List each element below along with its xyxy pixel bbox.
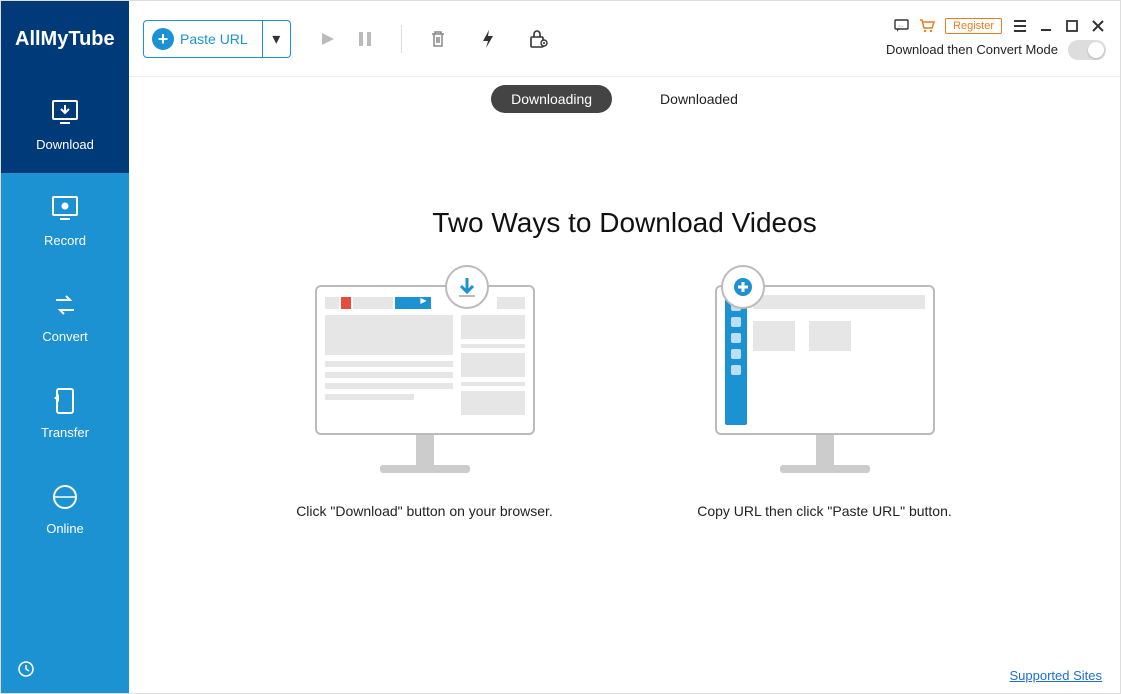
privacy-button[interactable] bbox=[524, 25, 552, 53]
card-paste-url: Copy URL then click "Paste URL" button. bbox=[680, 285, 970, 522]
svg-text:…: … bbox=[898, 23, 904, 29]
download-badge-icon bbox=[445, 265, 489, 309]
register-button[interactable]: Register bbox=[945, 18, 1002, 34]
content: Two Ways to Download Videos bbox=[129, 117, 1120, 693]
plus-icon: + bbox=[152, 28, 174, 50]
close-button[interactable] bbox=[1090, 18, 1106, 34]
minimize-button[interactable] bbox=[1038, 18, 1054, 34]
pause-button[interactable] bbox=[351, 25, 379, 53]
plus-badge-icon bbox=[721, 265, 765, 309]
record-icon bbox=[47, 195, 83, 223]
sidebar: AllMyTube Download Record Convert bbox=[1, 1, 129, 693]
sidebar-item-label: Record bbox=[44, 233, 86, 248]
mode-label: Download then Convert Mode bbox=[886, 42, 1058, 57]
toolbar-left: + Paste URL ▾ bbox=[143, 20, 552, 58]
mode-row: Download then Convert Mode bbox=[886, 40, 1106, 60]
sidebar-item-label: Download bbox=[36, 137, 94, 152]
sidebar-item-download[interactable]: Download bbox=[1, 77, 129, 173]
play-button[interactable] bbox=[313, 25, 341, 53]
tab-downloaded[interactable]: Downloaded bbox=[640, 85, 758, 113]
sidebar-nav: Download Record Convert Transfer bbox=[1, 77, 129, 649]
online-icon bbox=[47, 483, 83, 511]
transfer-icon bbox=[47, 387, 83, 415]
supported-sites-link[interactable]: Supported Sites bbox=[1009, 668, 1102, 683]
chevron-down-icon: ▾ bbox=[272, 29, 280, 49]
headline: Two Ways to Download Videos bbox=[432, 207, 816, 239]
cart-icon[interactable] bbox=[919, 18, 935, 34]
paste-url-button[interactable]: + Paste URL bbox=[143, 20, 263, 58]
card-caption: Copy URL then click "Paste URL" button. bbox=[697, 501, 952, 522]
cards: Click "Download" button on your browser. bbox=[280, 285, 970, 522]
turbo-button[interactable] bbox=[474, 25, 502, 53]
monitor-illustration bbox=[715, 285, 935, 473]
card-caption: Click "Download" button on your browser. bbox=[296, 501, 553, 522]
sidebar-footer bbox=[1, 649, 129, 693]
maximize-button[interactable] bbox=[1064, 18, 1080, 34]
card-browser-download: Click "Download" button on your browser. bbox=[280, 285, 570, 522]
convert-icon bbox=[47, 291, 83, 319]
sidebar-item-record[interactable]: Record bbox=[1, 173, 129, 269]
trash-button[interactable] bbox=[424, 25, 452, 53]
sidebar-item-label: Online bbox=[46, 521, 84, 536]
toolbar-separator bbox=[401, 25, 402, 53]
app-logo: AllMyTube bbox=[1, 1, 129, 77]
mode-toggle[interactable] bbox=[1068, 40, 1106, 60]
sidebar-item-label: Convert bbox=[42, 329, 88, 344]
paste-url-label: Paste URL bbox=[180, 31, 248, 47]
feedback-icon[interactable]: … bbox=[893, 18, 909, 34]
topbar: + Paste URL ▾ bbox=[129, 1, 1120, 77]
sidebar-item-convert[interactable]: Convert bbox=[1, 269, 129, 365]
paste-url-dropdown[interactable]: ▾ bbox=[263, 20, 291, 58]
tabs-row: Downloading Downloaded bbox=[129, 77, 1120, 117]
clock-icon[interactable] bbox=[17, 660, 35, 683]
monitor-illustration bbox=[315, 285, 535, 473]
paste-url-group: + Paste URL ▾ bbox=[143, 20, 291, 58]
topbar-right: … Register bbox=[886, 18, 1106, 60]
tab-downloading[interactable]: Downloading bbox=[491, 85, 612, 113]
menu-icon[interactable] bbox=[1012, 18, 1028, 34]
window-controls-row: … Register bbox=[893, 18, 1106, 34]
sidebar-item-transfer[interactable]: Transfer bbox=[1, 365, 129, 461]
app-window: AllMyTube Download Record Convert bbox=[0, 0, 1121, 694]
sidebar-item-label: Transfer bbox=[41, 425, 89, 440]
sidebar-item-online[interactable]: Online bbox=[1, 461, 129, 557]
download-icon bbox=[47, 99, 83, 127]
main-area: + Paste URL ▾ bbox=[129, 1, 1120, 693]
tabs: Downloading Downloaded bbox=[491, 85, 758, 113]
